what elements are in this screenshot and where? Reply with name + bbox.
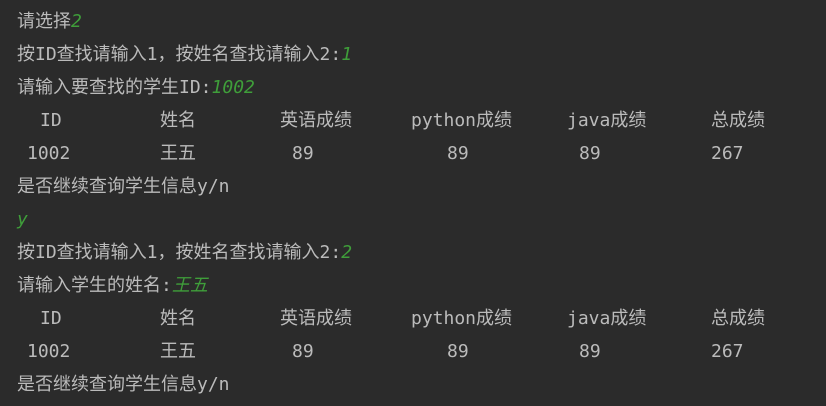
prompt-text: 按ID查找请输入1，按姓名查找请输入2:	[17, 242, 342, 263]
cell-english: 89	[292, 341, 314, 362]
header-name: 姓名	[160, 110, 196, 131]
header-id: ID	[40, 110, 62, 131]
cell-python: 89	[447, 143, 469, 164]
user-input-text: 2	[341, 242, 353, 263]
cell-english: 89	[292, 143, 314, 164]
cell-total: 267	[711, 341, 744, 362]
prompt-text: 按ID查找请输入1，按姓名查找请输入2:	[17, 44, 342, 65]
user-input-text: 王五	[171, 275, 208, 296]
header-total: 总成绩	[711, 308, 765, 329]
cell-id: 1002	[27, 341, 71, 362]
prompt-text: 请输入学生的姓名:	[17, 275, 172, 296]
user-input-text: 1002	[211, 77, 255, 98]
cell-name: 王五	[160, 341, 196, 362]
user-input-text: y	[17, 209, 28, 230]
prompt-text: 请选择	[17, 11, 71, 32]
header-english: 英语成绩	[280, 110, 352, 131]
console-line-continue: 是否继续查询学生信息y/n	[17, 372, 230, 398]
prompt-text: 是否继续查询学生信息y/n	[17, 176, 230, 197]
cell-java: 89	[579, 341, 601, 362]
header-total: 总成绩	[711, 110, 765, 131]
cell-id: 1002	[27, 143, 71, 164]
cell-total: 267	[711, 143, 744, 164]
prompt-text: 请输入要查找的学生ID:	[17, 77, 212, 98]
console-line-search-mode: 按ID查找请输入1，按姓名查找请输入2:1	[17, 42, 352, 68]
prompt-text: 是否继续查询学生信息y/n	[17, 374, 230, 395]
cell-java: 89	[579, 143, 601, 164]
console-line-answer: y	[17, 207, 28, 233]
cell-python: 89	[447, 341, 469, 362]
user-input-text: 2	[71, 11, 82, 32]
header-python: python成绩	[411, 308, 513, 329]
table-header-row: ID 姓名 英语成绩 python成绩 java成绩 总成绩	[0, 108, 826, 134]
table-row: 1002 王五 89 89 89 267	[0, 339, 826, 365]
header-java: java成绩	[567, 110, 647, 131]
console-line-select: 请选择2	[17, 9, 82, 35]
header-id: ID	[40, 308, 62, 329]
console-line-continue: 是否继续查询学生信息y/n	[17, 174, 230, 200]
header-english: 英语成绩	[280, 308, 352, 329]
table-header-row: ID 姓名 英语成绩 python成绩 java成绩 总成绩	[0, 306, 826, 332]
console-output: 请选择2 按ID查找请输入1，按姓名查找请输入2:1 请输入要查找的学生ID:1…	[0, 0, 826, 406]
header-python: python成绩	[411, 110, 513, 131]
header-java: java成绩	[567, 308, 647, 329]
user-input-text: 1	[341, 44, 353, 65]
table-row: 1002 王五 89 89 89 267	[0, 141, 826, 167]
console-line-enter-id: 请输入要查找的学生ID:1002	[17, 75, 255, 101]
console-line-enter-name: 请输入学生的姓名:王五	[17, 273, 208, 299]
cell-name: 王五	[160, 143, 196, 164]
header-name: 姓名	[160, 308, 196, 329]
console-line-search-mode: 按ID查找请输入1，按姓名查找请输入2:2	[17, 240, 352, 266]
